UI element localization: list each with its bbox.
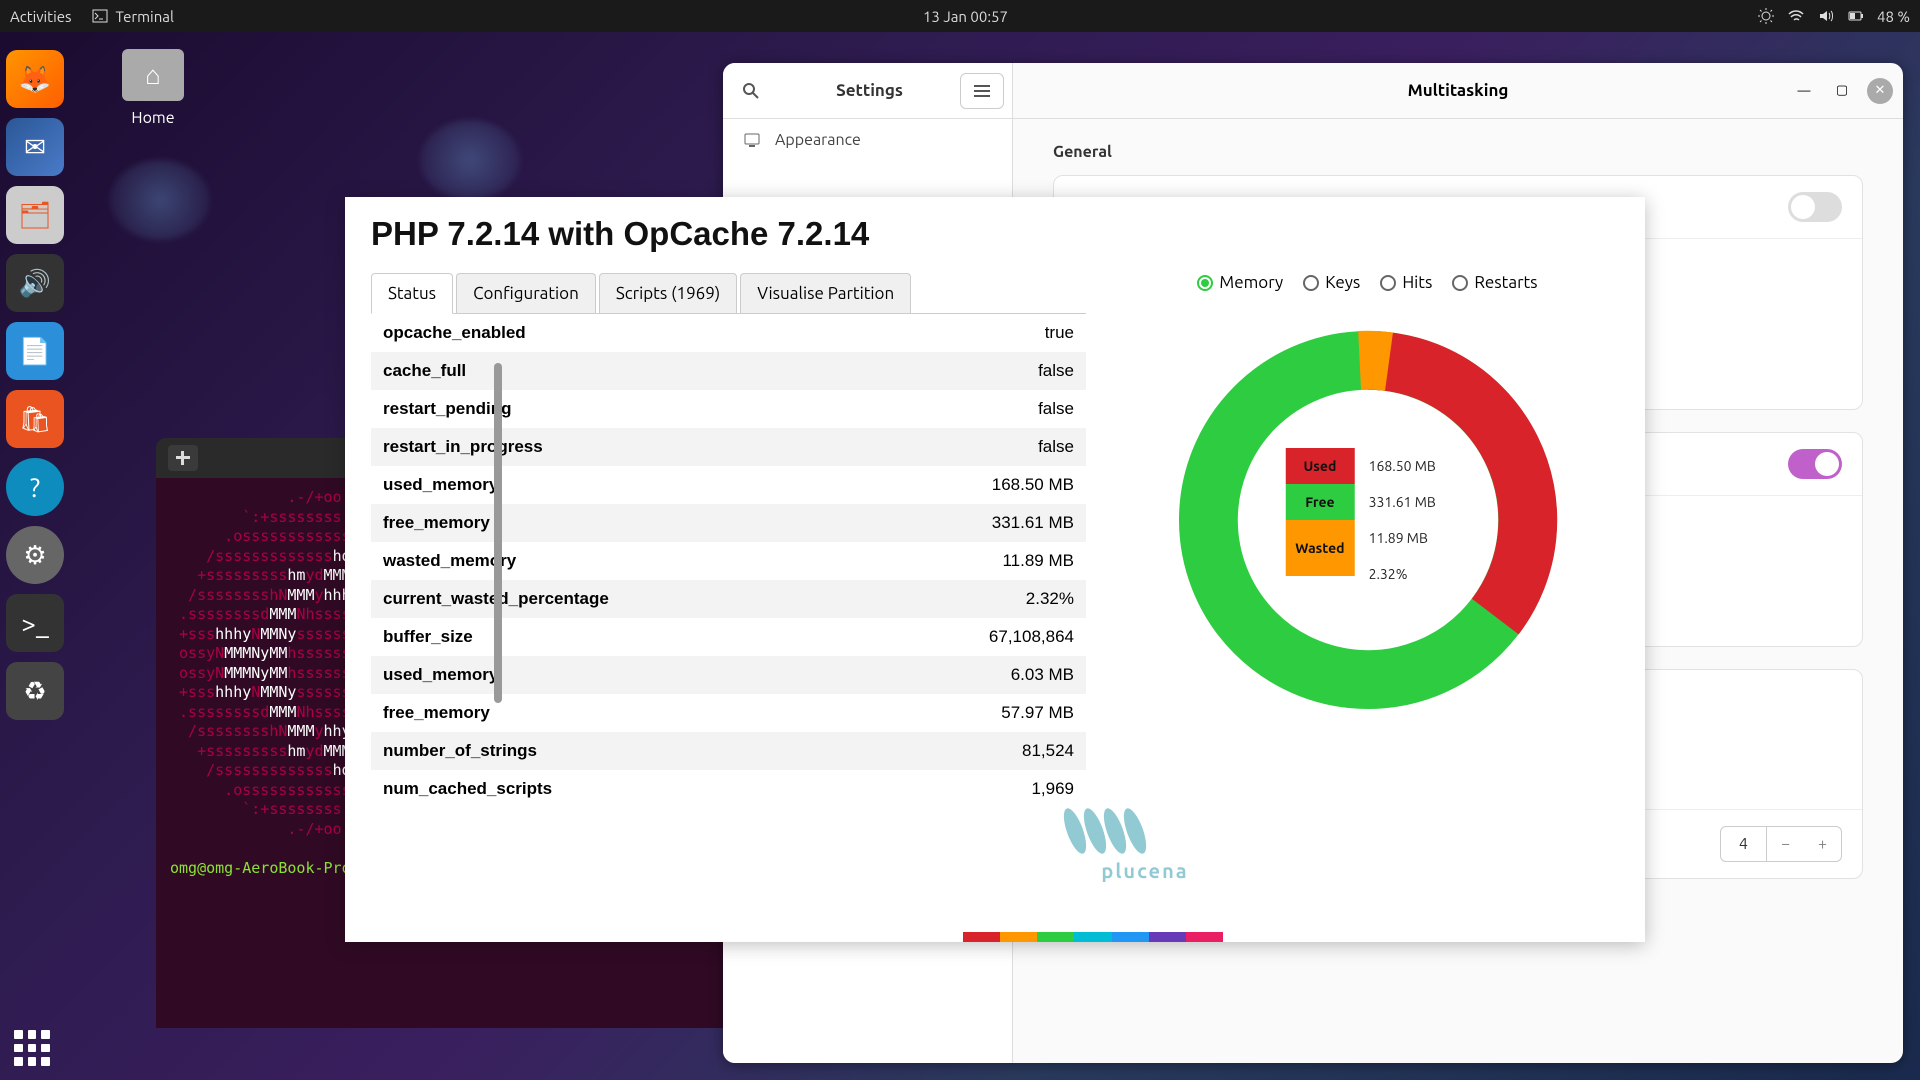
memory-donut-chart: Used Free Wasted 168.50 MB 331.61 MB 11.… [1158,310,1578,730]
window-minimize-button[interactable]: — [1791,78,1817,104]
opcache-title: PHP 7.2.14 with OpCache 7.2.14 [371,215,1619,253]
status-row: wasted_memory11.89 MB [371,542,1086,580]
dock-trash[interactable]: ♻ [6,662,64,720]
status-row: used_memory168.50 MB [371,466,1086,504]
radio-keys[interactable]: Keys [1303,273,1360,292]
desktop-home-label: Home [122,109,184,127]
settings-page-title: Multitasking [1408,81,1509,100]
dock-settings[interactable]: ⚙ [6,526,64,584]
status-row: used_memory6.03 MB [371,656,1086,694]
desktop-home-icon[interactable]: ⌂ Home [122,49,184,127]
radio-hits[interactable]: Hits [1380,273,1432,292]
dock-writer[interactable]: 📄 [6,322,64,380]
status-row: num_cached_scripts1,969 [371,770,1086,808]
top-bar: Activities Terminal 13 Jan 00:57 48 % [0,0,1920,32]
status-row: cache_fullfalse [371,352,1086,390]
general-section-label: General [1053,143,1863,161]
app-menu-label: Terminal [116,8,174,25]
settings-menu-button[interactable] [960,73,1004,109]
brightness-icon[interactable] [1757,7,1775,25]
radio-memory[interactable]: Memory [1197,273,1283,292]
volume-icon[interactable] [1817,7,1835,25]
window-maximize-button[interactable]: ▢ [1829,78,1855,104]
status-row: current_wasted_percentage2.32% [371,580,1086,618]
dock-rhythmbox[interactable]: 🔊 [6,254,64,312]
settings-search-button[interactable] [723,82,779,100]
status-row: buffer_size67,108,864 [371,618,1086,656]
toggle-2[interactable] [1788,449,1842,479]
terminal-icon [92,8,108,24]
legend-wasted-label: Wasted [1285,520,1354,576]
chart-radio-row: Memory Keys Hits Restarts [1116,273,1619,292]
status-row: restart_in_progressfalse [371,428,1086,466]
battery-percent: 48 % [1877,8,1910,25]
status-row: free_memory57.97 MB [371,694,1086,732]
dock-firefox[interactable]: 🦊 [6,50,64,108]
status-row: free_memory331.61 MB [371,504,1086,542]
activities-button[interactable]: Activities [10,8,72,25]
terminal-new-tab-button[interactable] [168,445,198,471]
dock-help[interactable]: ? [6,458,64,516]
tab-visualise-partition[interactable]: Visualise Partition [740,273,911,313]
dock-files[interactable]: 🗂 [6,186,64,244]
watermark-logo: plucena [1045,801,1245,882]
status-row: opcache_enabledtrue [371,314,1086,352]
status-table: opcache_enabledtruecache_fullfalserestar… [371,314,1086,808]
show-apps-button[interactable] [14,1030,50,1066]
opcache-tabs: StatusConfigurationScripts (1969)Visuali… [371,273,1086,314]
stepper-value: 4 [1721,827,1767,861]
dock-terminal[interactable]: >_ [6,594,64,652]
terminal-app-menu[interactable]: Terminal [92,8,174,25]
scrollbar[interactable] [494,363,502,703]
stepper-increase-button[interactable]: + [1804,827,1841,861]
home-folder-icon: ⌂ [122,49,184,101]
stepper-decrease-button[interactable]: − [1767,827,1804,861]
sidebar-item-appearance[interactable]: Appearance [723,119,1012,161]
legend-wasted-v2: 2.32% [1355,556,1450,592]
toggle-1[interactable] [1788,192,1842,222]
status-row: number_of_strings81,524 [371,732,1086,770]
radio-restarts[interactable]: Restarts [1452,273,1537,292]
color-strip [963,932,1223,942]
dock: 🦊 ✉ 🗂 🔊 📄 🛍 ? ⚙ >_ ♻ [6,50,71,720]
appearance-icon [743,131,761,149]
sidebar-item-label: Appearance [775,131,861,149]
window-close-button[interactable]: ✕ [1867,78,1893,104]
tab-status[interactable]: Status [371,273,453,314]
dock-software[interactable]: 🛍 [6,390,64,448]
legend-free-label: Free [1285,484,1354,520]
tab-scripts-[interactable]: Scripts (1969) [599,273,737,313]
settings-sidebar-title: Settings [779,81,960,100]
wifi-icon[interactable] [1787,7,1805,25]
clock[interactable]: 13 Jan 00:57 [174,8,1757,25]
hamburger-icon [974,85,990,97]
opcache-panel: PHP 7.2.14 with OpCache 7.2.14 StatusCon… [345,197,1645,942]
legend-used-label: Used [1285,448,1354,484]
legend-wasted-v1: 11.89 MB [1355,520,1450,556]
search-icon [742,82,760,100]
legend-free-value: 331.61 MB [1355,484,1450,520]
workspace-stepper: 4 − + [1720,826,1842,862]
legend-used-value: 168.50 MB [1355,448,1450,484]
status-row: restart_pendingfalse [371,390,1086,428]
tab-configuration[interactable]: Configuration [456,273,596,313]
dock-thunderbird[interactable]: ✉ [6,118,64,176]
battery-icon[interactable] [1847,7,1865,25]
